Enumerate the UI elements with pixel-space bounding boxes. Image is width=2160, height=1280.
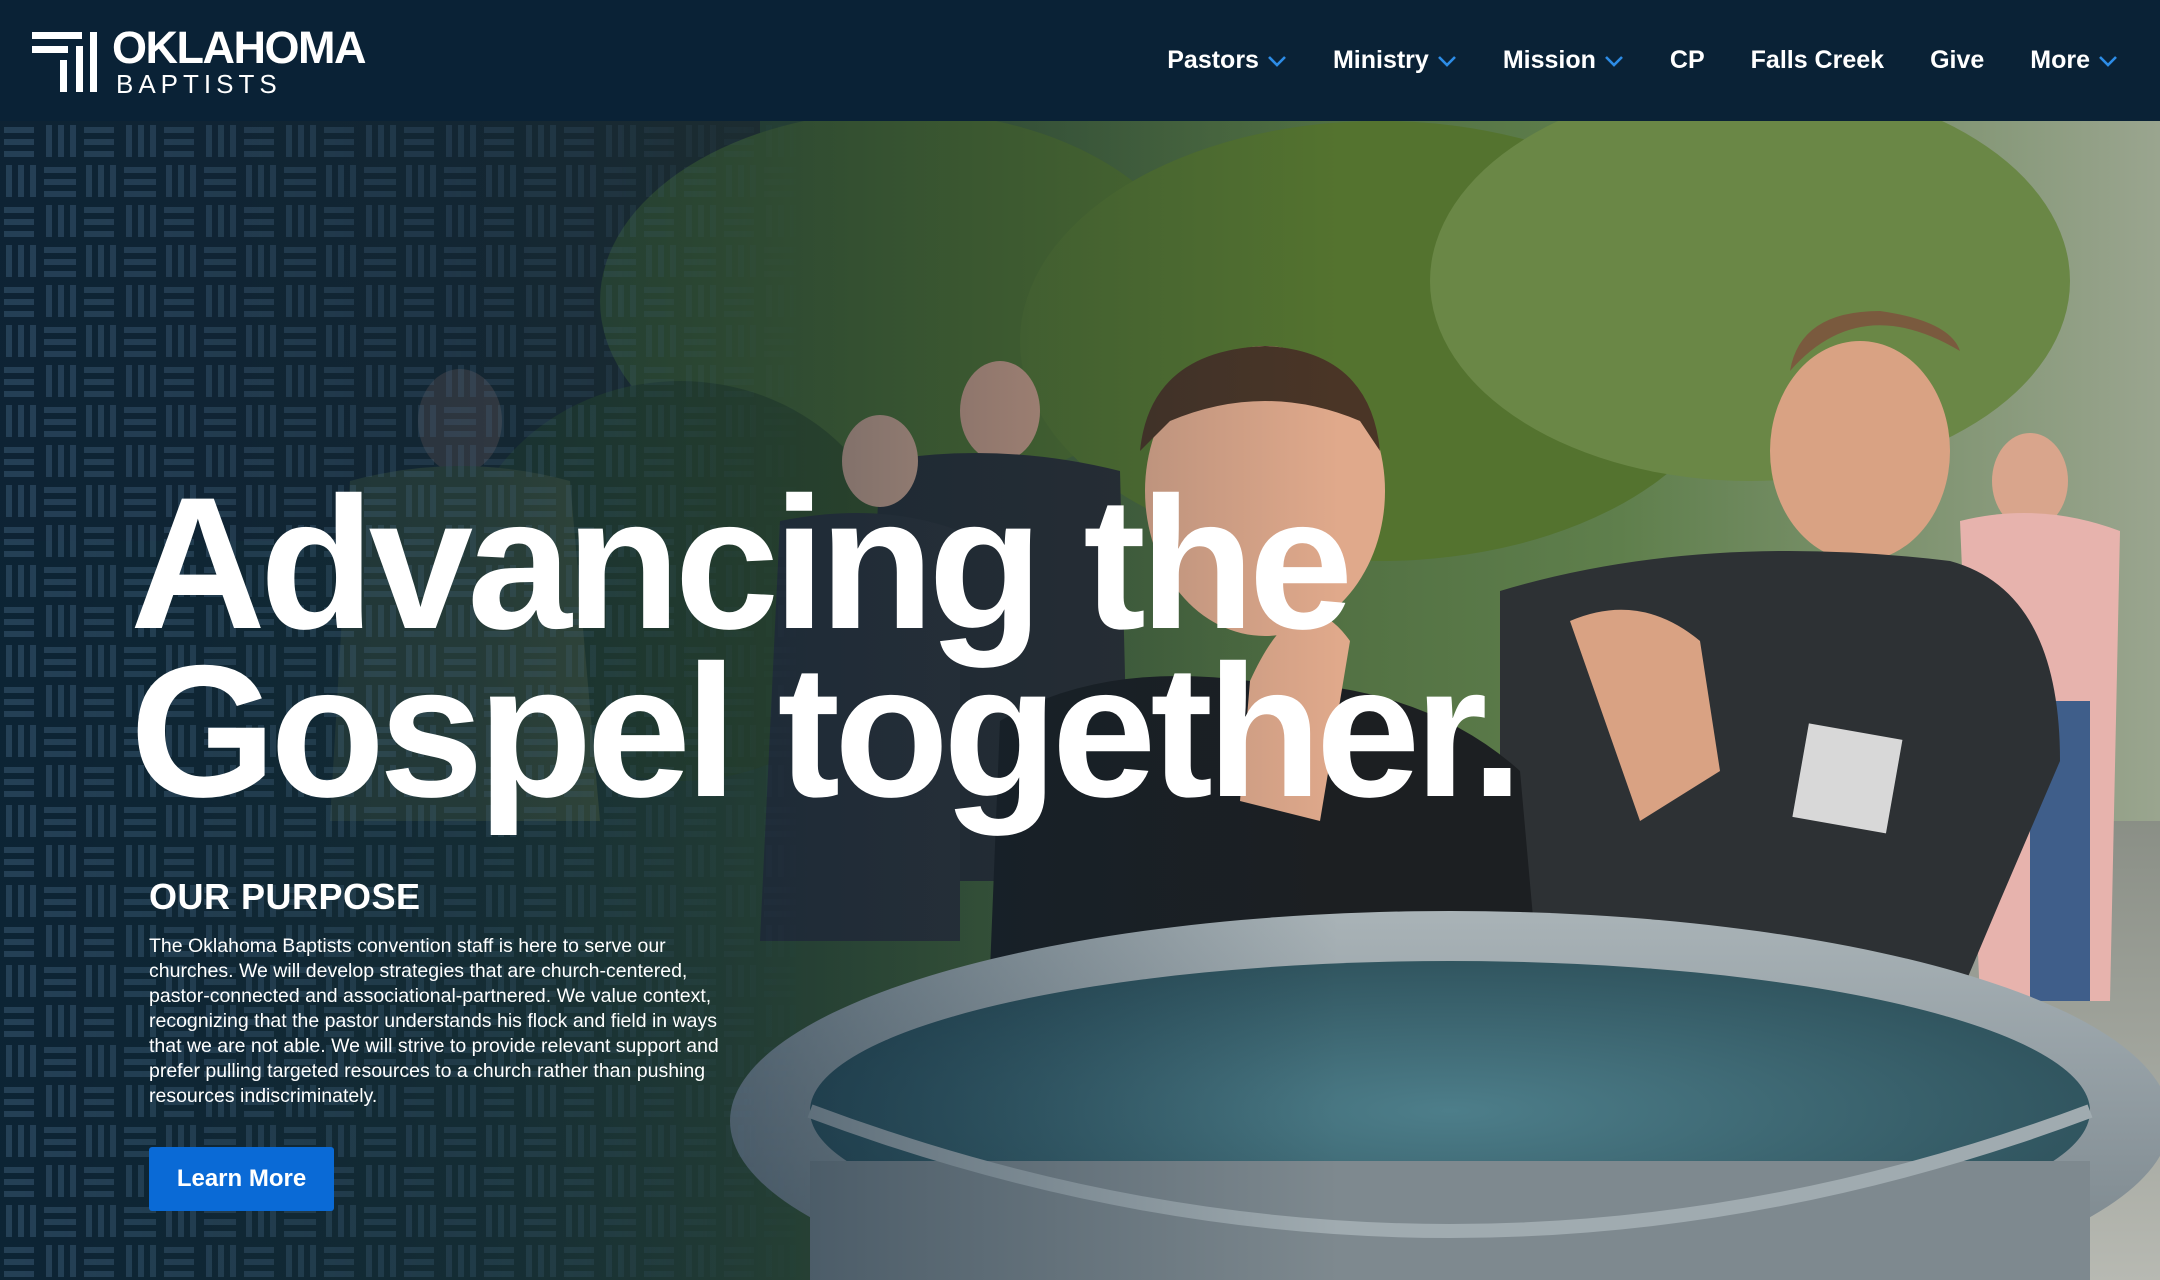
learn-more-button[interactable]: Learn More: [149, 1147, 334, 1211]
nav-item-cp[interactable]: CP: [1647, 0, 1728, 121]
hero-title-line-2: Gospel together.: [130, 626, 1523, 836]
hero-section: Advancing the Gospel together. OUR PURPO…: [0, 121, 2160, 1280]
chevron-down-icon: [1604, 55, 1623, 67]
hero-title: Advancing the Gospel together.: [130, 458, 1630, 836]
nav-item-ministry[interactable]: Ministry: [1310, 0, 1480, 121]
logo-line-oklahoma: OKLAHOMA: [112, 21, 366, 73]
logo-line-baptists: BAPTISTS: [116, 68, 282, 99]
logo-mark-icon: [32, 31, 97, 92]
nav-item-mission[interactable]: Mission: [1480, 0, 1647, 121]
nav-label-mission: Mission: [1502, 46, 1596, 74]
purpose-block: OUR PURPOSE The Oklahoma Baptists conven…: [149, 876, 749, 1109]
nav-label-ministry: Ministry: [1332, 46, 1429, 74]
nav-label-cp: CP: [1669, 46, 1705, 74]
nav-label-more: More: [2030, 46, 2090, 74]
hero-title-line-1: Advancing the: [130, 458, 1353, 668]
purpose-body: The Oklahoma Baptists convention staff i…: [149, 935, 719, 1107]
purpose-heading: OUR PURPOSE: [149, 876, 421, 917]
nav-label-falls-creek: Falls Creek: [1750, 46, 1885, 74]
nav-label-give: Give: [1930, 46, 1985, 74]
nav-item-pastors[interactable]: Pastors: [1144, 0, 1310, 121]
nav-item-falls-creek[interactable]: Falls Creek: [1728, 0, 1907, 121]
nav-label-pastors: Pastors: [1167, 46, 1259, 74]
chevron-down-icon: [2099, 55, 2117, 67]
oklahoma-baptists-logo[interactable]: OKLAHOMA BAPTISTS: [32, 21, 372, 99]
chevron-down-icon: [1437, 55, 1456, 67]
chevron-down-icon: [1268, 55, 1286, 67]
site-header: OKLAHOMA BAPTISTS Pastors Ministry Missi…: [0, 0, 2160, 121]
main-nav: Pastors Ministry Mission CP Falls Creek …: [1144, 0, 2128, 121]
nav-item-more[interactable]: More: [2007, 0, 2128, 121]
logo-wordmark: OKLAHOMA BAPTISTS: [112, 21, 366, 99]
nav-item-give[interactable]: Give: [1907, 0, 2007, 121]
